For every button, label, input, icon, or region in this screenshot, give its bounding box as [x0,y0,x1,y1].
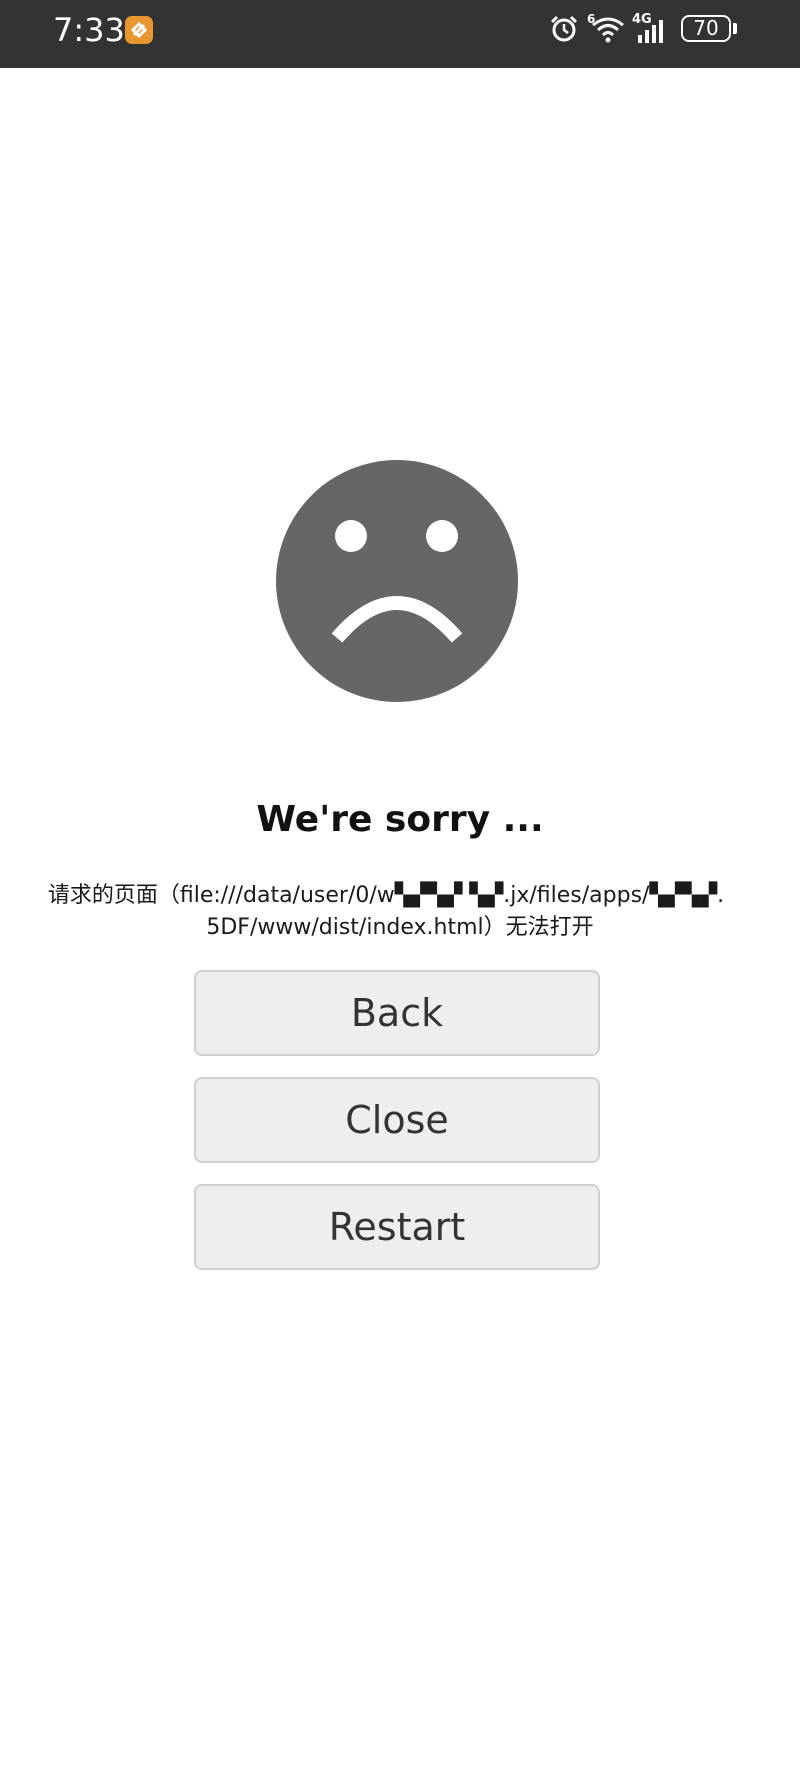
wifi-icon [592,17,624,43]
error-message-line-2: 5DF/www/dist/index.html）无法打开 [206,915,594,940]
battery-level: 70 [693,16,719,40]
error-message: 请求的页面（file:///data/user/0/w▚▞▚▞ ▚▞.jx/fi… [0,880,800,944]
cellular-signal-icon [638,20,663,43]
restart-button[interactable]: Restart [194,1184,600,1270]
sad-face-icon [276,460,518,702]
battery-icon: 70 [681,15,731,42]
back-button[interactable]: Back [194,970,600,1056]
error-title: We're sorry ... [256,799,544,840]
status-bar: 7:33 6 4G 70 [0,0,800,68]
alarm-icon [550,15,578,42]
status-time: 7:33 [53,11,125,49]
error-message-line-1: 请求的页面（file:///data/user/0/w▚▞▚▞ ▚▞.jx/fi… [47,883,725,908]
battery-tip [733,23,737,34]
app-notification-icon [125,16,153,44]
close-button[interactable]: Close [194,1077,600,1163]
